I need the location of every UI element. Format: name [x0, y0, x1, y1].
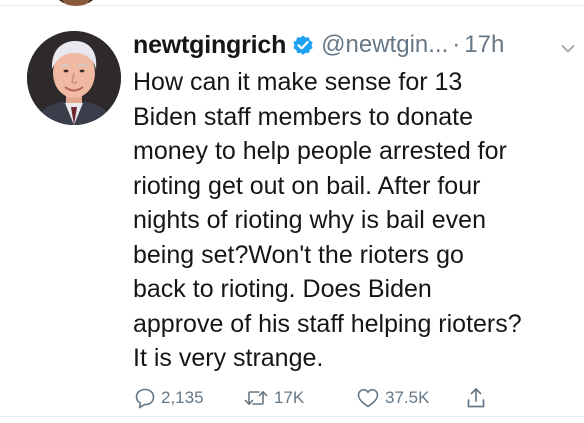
- tweet-actions: 2,135 17K 37.5K: [0, 383, 584, 413]
- tweet[interactable]: newtgingrich @newtgin... · 17h How can i…: [0, 7, 584, 416]
- avatar[interactable]: [27, 31, 121, 125]
- heart-icon: [357, 389, 379, 408]
- tweet-text-line: money to help people arrested for: [133, 137, 507, 165]
- tweet-separator: [0, 416, 584, 417]
- tweet-text-line: How can it make sense for 13: [133, 68, 463, 96]
- tweet-text: How can it make sense for 13 Biden staff…: [133, 65, 573, 376]
- retweet-icon: [244, 391, 268, 405]
- retweet-count: 17K: [274, 388, 305, 407]
- tweet-text-line: back to rioting. Does Biden: [133, 275, 432, 303]
- timestamp[interactable]: 17h: [464, 31, 504, 59]
- tweet-text-line: rioting get out on bail. After four: [133, 171, 481, 200]
- tweet-text-line: being set?Won't the rioters go: [133, 240, 464, 269]
- retweet-button[interactable]: 17K: [243, 383, 304, 413]
- header-separator: ·: [452, 31, 461, 58]
- reply-count: 2,135: [161, 388, 204, 407]
- tweet-header: newtgingrich @newtgin... · 17h: [133, 27, 504, 63]
- handle[interactable]: @newtgin...: [321, 31, 448, 59]
- tweet-text-line: nights of rioting why is bail even: [133, 206, 486, 234]
- chevron-down-icon[interactable]: [560, 41, 576, 57]
- reply-button[interactable]: 2,135: [134, 383, 204, 413]
- share-icon: [467, 388, 485, 408]
- share-button[interactable]: [465, 383, 492, 413]
- like-button[interactable]: 37.5K: [356, 383, 429, 413]
- tweet-text-line: It is very strange.: [133, 344, 324, 372]
- tweet-text-line: approve of his staff helping rioters?: [133, 309, 522, 338]
- tweet-text-line: Biden staff members to donate: [133, 102, 474, 131]
- reply-icon: [135, 388, 155, 409]
- like-count: 37.5K: [385, 388, 430, 407]
- display-name[interactable]: newtgingrich: [133, 31, 286, 60]
- verified-badge-icon: [291, 33, 315, 57]
